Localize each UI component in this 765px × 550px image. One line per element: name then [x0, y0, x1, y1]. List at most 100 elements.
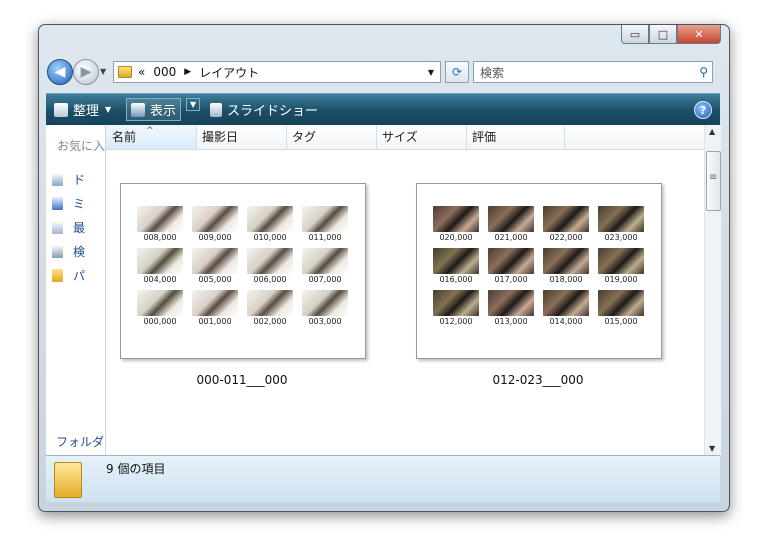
close-button[interactable]: ✕ [677, 25, 721, 44]
sidebar-item-searches[interactable]: 検 [52, 243, 85, 260]
file-name[interactable]: 012-023___000 [416, 373, 660, 387]
chevron-down-icon: ▼ [190, 100, 197, 109]
thumbnail-label: 010,000 [253, 233, 287, 242]
thumbnail-label: 004,000 [143, 275, 177, 284]
search-folder-icon [52, 245, 63, 258]
minimize-button[interactable]: ▭ [621, 25, 649, 44]
column-tags[interactable]: タグ [286, 125, 377, 149]
column-label: 評価 [472, 130, 497, 144]
view-dropdown-button[interactable]: ▼ [186, 98, 201, 111]
photo-thumbnail [302, 290, 348, 316]
photo-thumbnail [488, 206, 534, 232]
thumbnail-label: 000,000 [143, 317, 177, 326]
search-input[interactable]: 検索 ⚲ [473, 61, 713, 83]
organize-icon [54, 102, 68, 117]
thumbnail-cell: 011,000 [302, 206, 348, 242]
column-rating[interactable]: 評価 [466, 125, 565, 149]
breadcrumb-000[interactable]: 000 [153, 65, 176, 79]
breadcrumb-layout[interactable]: レイアウト [199, 64, 259, 81]
breadcrumb-overflow[interactable]: « [138, 65, 145, 79]
thumbnail-cell: 021,000 [488, 206, 534, 242]
thumbnail-cell: 012,000 [433, 290, 479, 326]
photo-thumbnail [433, 248, 479, 274]
maximize-button[interactable]: □ [649, 25, 677, 44]
slideshow-button[interactable]: スライドショー [210, 100, 318, 119]
photo-thumbnail [137, 206, 183, 232]
folders-toggle[interactable]: フォルダ [56, 433, 104, 450]
organize-button[interactable]: 整理 ▼ [54, 100, 111, 119]
sidebar-item-public[interactable]: パ [52, 267, 85, 284]
recent-icon [52, 221, 63, 234]
contact-sheet-grid: 008,000 009,000 010,000 011,000 004,000 005,0… [137, 206, 348, 326]
sidebar-item-documents[interactable]: ド [52, 171, 85, 188]
folder-icon [118, 66, 132, 78]
address-bar[interactable]: « 000 ▶ レイアウト ▼ [113, 61, 441, 83]
breadcrumb-separator-icon[interactable]: ▶ [184, 67, 191, 77]
column-label: 名前 [112, 130, 137, 144]
column-label: 撮影日 [202, 130, 239, 144]
photo-thumbnail [192, 248, 238, 274]
photo-thumbnail [302, 248, 348, 274]
recent-pages-dropdown[interactable]: ▼ [100, 67, 106, 76]
sidebar-item-recent[interactable]: 最 [52, 219, 85, 236]
column-name[interactable]: ^ 名前 [106, 125, 197, 149]
thumbnail-cell: 002,000 [247, 290, 293, 326]
photo-thumbnail [137, 290, 183, 316]
forward-button[interactable]: ▶ [73, 59, 99, 85]
column-date-taken[interactable]: 撮影日 [196, 125, 287, 149]
photo-thumbnail [247, 206, 293, 232]
file-thumbnail[interactable]: 020,000 021,000 022,000 023,000 016,000 017,0… [416, 183, 662, 359]
thumbnail-label: 022,000 [549, 233, 583, 242]
photo-thumbnail [543, 290, 589, 316]
thumbnail-cell: 015,000 [598, 290, 644, 326]
thumbnail-cell: 003,000 [302, 290, 348, 326]
thumbnail-cell: 000,000 [137, 290, 183, 326]
scroll-up-icon[interactable]: ▲ [709, 127, 715, 136]
thumbnail-label: 015,000 [604, 317, 638, 326]
thumbnail-label: 023,000 [604, 233, 638, 242]
photo-thumbnail [137, 248, 183, 274]
refresh-button[interactable]: ⟳ [445, 61, 469, 83]
thumbnail-cell: 010,000 [247, 206, 293, 242]
photo-thumbnail [598, 248, 644, 274]
window-controls: ▭ □ ✕ [621, 25, 721, 44]
thumbnail-cell: 018,000 [543, 248, 589, 284]
thumbnail-label: 005,000 [198, 275, 232, 284]
details-pane: 9 個の項目 [46, 455, 720, 502]
photo-thumbnail [302, 206, 348, 232]
slideshow-label: スライドショー [227, 104, 319, 119]
search-icon[interactable]: ⚲ [699, 65, 708, 79]
thumbnail-label: 009,000 [198, 233, 232, 242]
sidebar-item-label: ド [73, 173, 86, 187]
view-button[interactable]: 表示 [126, 98, 182, 121]
file-name[interactable]: 000-011___000 [120, 373, 364, 387]
vertical-scrollbar[interactable]: ▲ ▼ [704, 125, 721, 455]
file-list: ^ 名前 撮影日 タグ サイズ 評価 008,000 009,000 010,000… [106, 125, 704, 455]
thumbnail-cell: 007,000 [302, 248, 348, 284]
navigation-bar: ◀ ▶ ▼ « 000 ▶ レイアウト ▼ ⟳ 検索 ⚲ [47, 59, 721, 85]
file-thumbnail[interactable]: 008,000 009,000 010,000 011,000 004,000 005,0… [120, 183, 366, 359]
thumbnail-cell: 022,000 [543, 206, 589, 242]
file-item[interactable]: 020,000 021,000 022,000 023,000 016,000 017,0… [416, 183, 662, 387]
help-button[interactable]: ? [694, 101, 712, 119]
thumbnail-label: 007,000 [308, 275, 342, 284]
photo-thumbnail [247, 248, 293, 274]
view-icon [131, 102, 145, 117]
sort-ascending-icon: ^ [146, 126, 154, 136]
column-size[interactable]: サイズ [376, 125, 467, 149]
scroll-down-icon[interactable]: ▼ [709, 444, 715, 453]
sidebar-item-label: ミ [73, 197, 86, 211]
sidebar-item-music[interactable]: ミ [52, 195, 85, 212]
thumbnail-label: 006,000 [253, 275, 287, 284]
scroll-thumb[interactable] [706, 151, 721, 211]
photo-thumbnail [488, 290, 534, 316]
folder-icon [54, 462, 82, 498]
thumbnail-cell: 001,000 [192, 290, 238, 326]
thumbnail-label: 014,000 [549, 317, 583, 326]
address-dropdown-icon[interactable]: ▼ [428, 68, 434, 77]
thumbnail-label: 018,000 [549, 275, 583, 284]
thumbnail-cell: 006,000 [247, 248, 293, 284]
file-item[interactable]: 008,000 009,000 010,000 011,000 004,000 005,0… [120, 183, 366, 387]
back-button[interactable]: ◀ [47, 59, 73, 85]
photo-thumbnail [192, 206, 238, 232]
